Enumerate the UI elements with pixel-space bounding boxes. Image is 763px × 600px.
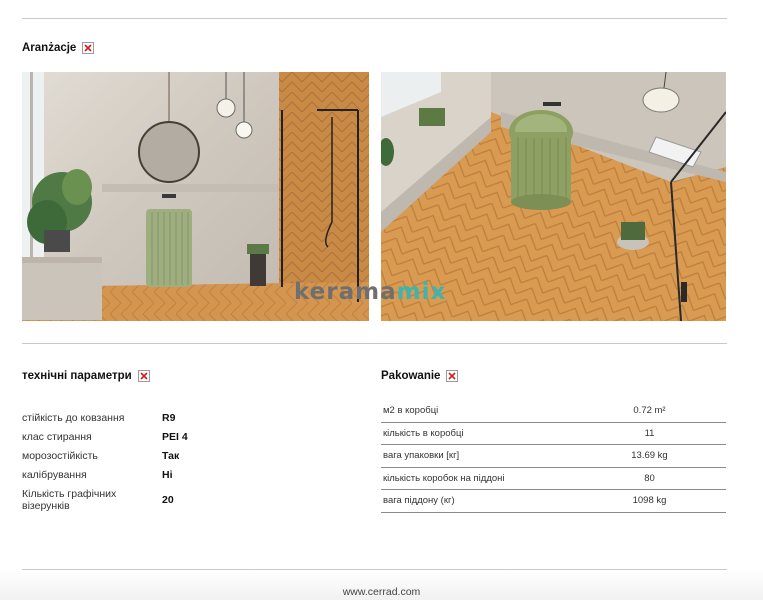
- middle-divider: [22, 343, 727, 344]
- packaging-label: кількість в коробці: [383, 427, 464, 439]
- param-row: клас стирання PEI 4: [22, 431, 322, 450]
- watermark-part-1: kerama: [294, 279, 397, 305]
- packaging-row: вага піддону (кг) 1098 kg: [381, 490, 726, 513]
- param-value: R9: [162, 412, 176, 424]
- footer-url[interactable]: www.cerrad.com: [0, 586, 763, 598]
- param-row: стійкість до ковзання R9: [22, 412, 322, 431]
- packaging-label: вага упаковки [кг]: [383, 450, 460, 462]
- packaging-row: кількість в коробці 11: [381, 423, 726, 445]
- watermark-part-2: mix: [396, 279, 447, 305]
- param-value: 20: [162, 494, 174, 506]
- broken-image-icon: [82, 42, 95, 54]
- packaging-value: 80: [644, 472, 655, 484]
- packaging-label: м2 в коробці: [383, 405, 439, 417]
- param-row: Кількість графічних візерунків 20: [22, 488, 322, 512]
- watermark: keramamix: [294, 279, 446, 305]
- packaging-title: Pakowanie: [381, 370, 441, 382]
- param-label: стійкість до ковзання: [22, 412, 125, 424]
- packaging-row: м2 в коробці 0.72 m²: [381, 400, 726, 423]
- param-value: PEI 4: [162, 431, 188, 443]
- param-row: морозостійкість Так: [22, 450, 322, 469]
- tech-params-title: технічні параметри: [22, 370, 132, 382]
- packaging-row: кількість коробок на піддоні 80: [381, 468, 726, 490]
- packaging-value: 0.72 m²: [633, 405, 666, 417]
- packaging-value: 11: [644, 427, 655, 439]
- param-row: калібрування Hi: [22, 469, 322, 488]
- param-label: морозостійкість: [22, 450, 98, 462]
- broken-image-icon: [137, 370, 150, 382]
- broken-image-icon: [446, 370, 459, 382]
- packaging-label: вага піддону (кг): [383, 495, 455, 507]
- param-value: Hi: [162, 469, 173, 481]
- param-label: Кількість графічних візерунків: [22, 488, 117, 512]
- packaging-label: кількість коробок на піддоні: [383, 472, 505, 484]
- tech-params-list: стійкість до ковзання R9 клас стирання P…: [22, 412, 322, 512]
- param-value: Так: [162, 450, 180, 462]
- tech-params-heading: технічні параметри: [22, 370, 150, 382]
- param-label: клас стирання: [22, 431, 92, 443]
- packaging-heading: Pakowanie: [381, 370, 459, 382]
- packaging-value: 13.69 kg: [631, 450, 668, 462]
- packaging-row: вага упаковки [кг] 13.69 kg: [381, 445, 726, 468]
- packaging-value: 1098 kg: [632, 495, 667, 507]
- packaging-table: м2 в коробці 0.72 m² кількість в коробці…: [381, 400, 726, 513]
- param-label: калібрування: [22, 469, 87, 481]
- arrangements-title: Aranżacje: [22, 42, 77, 54]
- top-divider: [22, 18, 727, 19]
- arrangements-heading: Aranżacje: [22, 42, 95, 54]
